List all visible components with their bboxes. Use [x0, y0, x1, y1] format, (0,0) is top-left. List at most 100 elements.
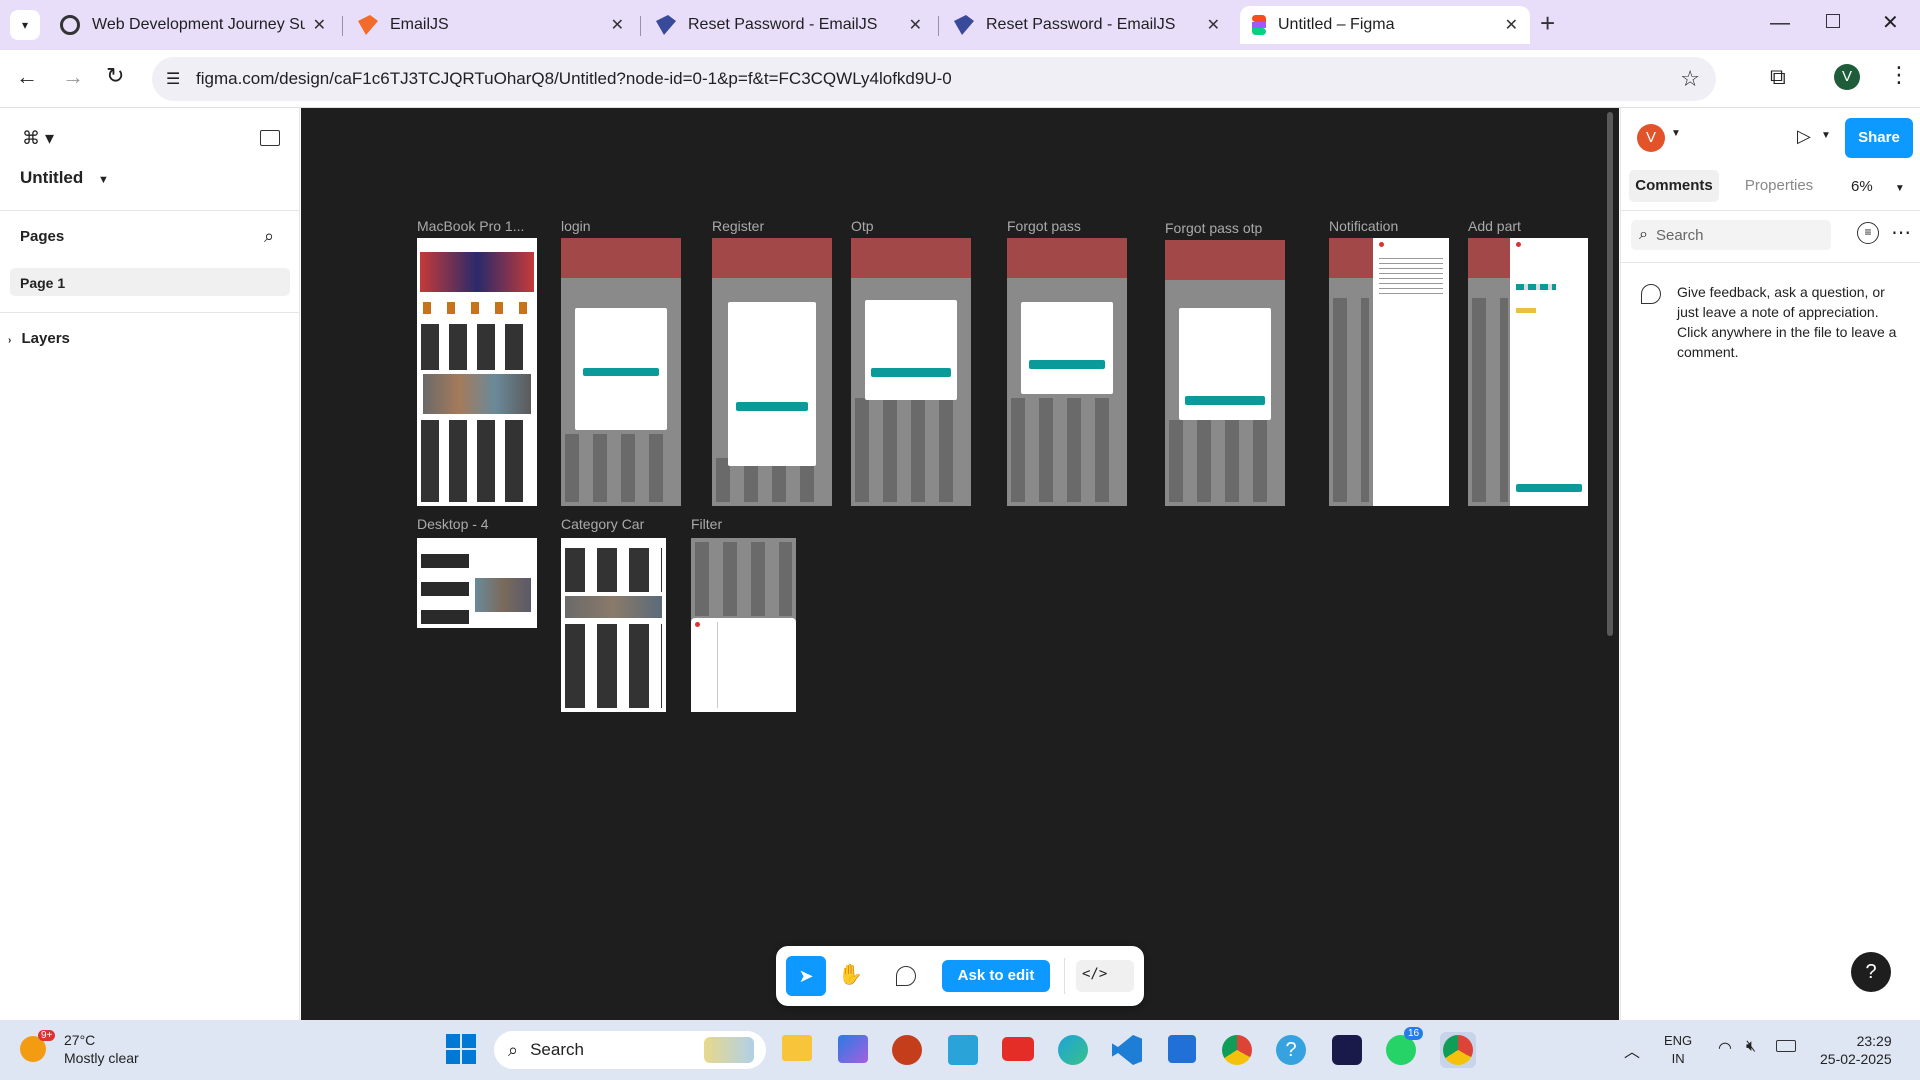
chevron-down-icon[interactable]: ▼ [1821, 130, 1831, 141]
back-icon[interactable]: ← [16, 64, 38, 90]
header [1165, 240, 1285, 280]
frame-label[interactable]: Desktop - 4 [417, 516, 489, 532]
weather-widget[interactable]: 9+ 27°C Mostly clear [20, 1030, 160, 1070]
frame-filter[interactable] [691, 538, 796, 712]
search-pages-icon[interactable]: ⌕ [264, 226, 274, 247]
user-avatar[interactable]: V [1637, 124, 1665, 152]
address-bar[interactable]: ☰ figma.com/design/caF1c6TJ3TCJQRTuOharQ… [152, 57, 1716, 101]
edge-icon[interactable] [1058, 1035, 1088, 1065]
maximize-icon[interactable] [1826, 14, 1840, 28]
frame-label[interactable]: Filter [691, 516, 722, 532]
reload-icon[interactable]: ↻ [106, 63, 124, 89]
tab-reset-password-2[interactable]: Reset Password - EmailJS ✕ [942, 6, 1232, 44]
frame-label[interactable]: Forgot pass otp [1165, 220, 1262, 236]
extensions-icon[interactable]: ⧉ [1770, 64, 1786, 90]
close-icon[interactable]: ✕ [909, 15, 922, 35]
canvas-scrollbar[interactable] [1607, 112, 1613, 636]
background-grid [695, 542, 792, 616]
close-icon[interactable]: ✕ [1207, 15, 1220, 35]
frame-category-car[interactable] [561, 538, 666, 712]
photos-icon[interactable] [838, 1035, 868, 1063]
add-part-panel [1510, 238, 1588, 506]
frame-label[interactable]: login [561, 218, 591, 234]
battery-icon[interactable] [1776, 1040, 1796, 1052]
menu-icon[interactable]: ⋮ [1888, 62, 1910, 88]
move-tool-icon[interactable]: ➤ [786, 956, 826, 996]
comment-bubble-icon [1641, 284, 1661, 304]
tab-comments[interactable]: Comments [1629, 170, 1719, 202]
page-item-1[interactable]: Page 1 [10, 268, 290, 296]
profile-avatar[interactable]: V [1834, 64, 1860, 90]
figma-menu-icon[interactable]: ⌘ ▾ [22, 128, 54, 149]
star-icon[interactable]: ☆ [1680, 66, 1700, 92]
dev-mode-toggle[interactable]: </> [1076, 960, 1134, 992]
frame-login[interactable] [561, 238, 681, 506]
frame-label[interactable]: Add part [1468, 218, 1521, 234]
help-app-icon[interactable]: ? [1276, 1035, 1306, 1065]
toggle-sidebar-icon[interactable] [260, 130, 280, 146]
tab-search-dropdown[interactable]: ▾ [10, 10, 40, 40]
telegram-icon[interactable] [948, 1035, 978, 1065]
app-w-icon[interactable] [1332, 1035, 1362, 1065]
new-tab-icon[interactable]: + [1540, 8, 1555, 39]
forward-icon[interactable]: → [62, 64, 84, 90]
frame-label[interactable]: Otp [851, 218, 874, 234]
frame-add-part[interactable] [1468, 238, 1588, 506]
chrome-icon[interactable] [1222, 1035, 1252, 1065]
share-button[interactable]: Share [1845, 118, 1913, 158]
frame-register[interactable] [712, 238, 832, 506]
frame-label[interactable]: Register [712, 218, 764, 234]
frame-otp[interactable] [851, 238, 971, 506]
frame-label[interactable]: Category Car [561, 516, 644, 532]
header [1007, 238, 1127, 278]
close-icon[interactable]: ✕ [1505, 15, 1518, 35]
frame-label[interactable]: Notification [1329, 218, 1398, 234]
tab-emailjs[interactable]: EmailJS ✕ [346, 6, 636, 44]
filter-icon[interactable]: ≡ [1857, 222, 1879, 244]
hand-tool-icon[interactable]: ✋ [838, 962, 863, 987]
whatsapp-icon[interactable]: 16 [1386, 1027, 1424, 1065]
zoom-control[interactable]: 6% ▼ [1851, 178, 1905, 195]
present-icon[interactable]: ▷ [1797, 126, 1811, 147]
chevron-up-icon[interactable]: ︿ [1624, 1038, 1640, 1062]
frame-macbook[interactable] [417, 238, 537, 506]
layers-heading[interactable]: › Layers [8, 330, 70, 347]
chevron-down-icon[interactable]: ▼ [1671, 128, 1681, 139]
help-button[interactable]: ? [1851, 952, 1891, 992]
comments-search[interactable]: ⌕ Search [1631, 220, 1831, 250]
ask-to-edit-button[interactable]: Ask to edit [942, 960, 1050, 992]
language-indicator[interactable]: ENG IN [1664, 1032, 1692, 1068]
close-window-icon[interactable]: ✕ [1882, 10, 1899, 35]
frame-label[interactable]: Forgot pass [1007, 218, 1081, 234]
file-name[interactable]: Untitled ▼ [20, 168, 109, 188]
chrome-profile-icon[interactable] [1440, 1032, 1476, 1068]
pages-heading: Pages [20, 228, 65, 245]
tab-properties[interactable]: Properties [1739, 170, 1819, 202]
close-icon[interactable]: ✕ [313, 15, 326, 35]
gallery [475, 578, 531, 612]
site-info-icon[interactable]: ☰ [166, 69, 180, 89]
file-explorer-icon[interactable] [782, 1035, 812, 1061]
frame-notification[interactable] [1329, 238, 1449, 506]
start-icon[interactable] [446, 1034, 476, 1064]
vscode-icon[interactable] [1112, 1035, 1142, 1065]
tab-reset-password-1[interactable]: Reset Password - EmailJS ✕ [644, 6, 934, 44]
close-icon[interactable]: ✕ [611, 15, 624, 35]
wifi-icon[interactable]: ◠ [1718, 1038, 1732, 1058]
volume-muted-icon[interactable]: 🔇︎ [1746, 1038, 1756, 1056]
minimize-icon[interactable]: — [1770, 12, 1790, 35]
clock[interactable]: 23:29 25-02-2025 [1820, 1032, 1892, 1068]
taskbar-search[interactable]: ⌕ Search [494, 1031, 766, 1069]
tab-figma[interactable]: Untitled – Figma ✕ [1240, 6, 1530, 44]
youtube-icon[interactable] [1002, 1037, 1034, 1061]
frame-desktop-4[interactable] [417, 538, 537, 628]
design-canvas[interactable]: MacBook Pro 1... login Register Otp Forg… [301, 108, 1619, 1020]
frame-label[interactable]: MacBook Pro 1... [417, 218, 524, 234]
tab-web-dev[interactable]: Web Development Journey Sum ✕ [48, 6, 338, 44]
microsoft-store-icon[interactable] [1168, 1035, 1196, 1063]
powerpoint-icon[interactable] [892, 1035, 922, 1065]
frame-forgot-pass[interactable] [1007, 238, 1127, 506]
more-icon[interactable]: ⋯ [1891, 220, 1911, 245]
frame-forgot-pass-otp[interactable] [1165, 240, 1285, 506]
comment-tool-icon[interactable] [896, 966, 916, 986]
